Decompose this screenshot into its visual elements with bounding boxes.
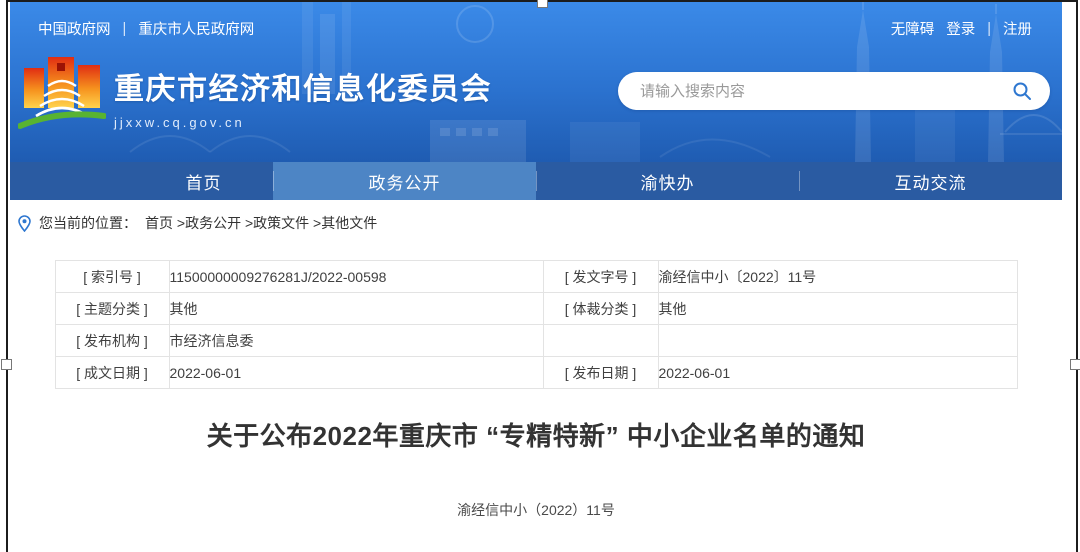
meta-label-cell: [ 发布日期 ] (543, 357, 658, 389)
meta-value-cell (658, 325, 1017, 357)
nav-item-yukuaiban[interactable]: 渝快办 (536, 162, 799, 200)
main-nav: 首页 政务公开 渝快办 互动交流 (10, 162, 1062, 200)
table-row: [ 发布机构 ] 市经济信息委 (55, 325, 1017, 357)
page: 中国政府网 | 重庆市人民政府网 无障碍 登录 | 注册 (10, 2, 1062, 552)
meta-value-cell: 2022-06-01 (169, 357, 543, 389)
meta-label-cell (543, 325, 658, 357)
search-button[interactable] (1010, 79, 1034, 103)
topbar-separator: | (123, 21, 127, 37)
table-row: [ 索引号 ] 11500000009276281J/2022-00598 [ … (55, 261, 1017, 293)
meta-value-cell: 2022-06-01 (658, 357, 1017, 389)
document-meta-table: [ 索引号 ] 11500000009276281J/2022-00598 [ … (55, 260, 1018, 389)
meta-value-cell: 其他 (658, 293, 1017, 325)
table-row: [ 成文日期 ] 2022-06-01 [ 发布日期 ] 2022-06-01 (55, 357, 1017, 389)
link-accessibility[interactable]: 无障碍 (891, 18, 935, 39)
top-links-bar: 中国政府网 | 重庆市人民政府网 无障碍 登录 | 注册 (38, 18, 1032, 39)
meta-value-cell: 渝经信中小〔2022〕11号 (658, 261, 1017, 293)
nav-item-interaction[interactable]: 互动交流 (799, 162, 1062, 200)
document-number: 渝经信中小（2022）11号 (10, 500, 1062, 520)
link-china-gov[interactable]: 中国政府网 (38, 18, 111, 39)
breadcrumb-path[interactable]: 首页 >政务公开 >政策文件 >其他文件 (145, 213, 377, 233)
search-input[interactable] (638, 82, 1010, 101)
meta-label-cell: [ 索引号 ] (55, 261, 169, 293)
breadcrumb-prefix: 您当前的位置： (39, 213, 137, 233)
breadcrumb: 您当前的位置： 首页 >政务公开 >政策文件 >其他文件 (18, 213, 1062, 233)
topbar-separator: | (987, 21, 991, 37)
nav-item-government-affairs[interactable]: 政务公开 (273, 162, 536, 200)
site-banner: 中国政府网 | 重庆市人民政府网 无障碍 登录 | 注册 (10, 2, 1062, 162)
site-url: jjxxw.cq.gov.cn (114, 115, 492, 130)
page-title: 关于公布2022年重庆市 “专精特新” 中小企业名单的通知 (10, 416, 1062, 453)
site-name: 重庆市经济和信息化委员会 (114, 64, 492, 108)
nav-label: 首页 (186, 169, 222, 194)
meta-label-cell: [ 体裁分类 ] (543, 293, 658, 325)
nav-label: 政务公开 (369, 169, 441, 194)
selection-border-right (1076, 0, 1078, 552)
meta-value-cell: 其他 (169, 293, 543, 325)
site-logo-icon[interactable] (18, 52, 106, 144)
search-box (618, 72, 1050, 110)
nav-label: 互动交流 (895, 169, 967, 194)
link-login[interactable]: 登录 (946, 18, 975, 39)
selection-handle (1, 359, 12, 370)
selection-handle (537, 0, 548, 8)
meta-label-cell: [ 成文日期 ] (55, 357, 169, 389)
nav-item-home[interactable]: 首页 (10, 162, 273, 200)
selection-border-left (6, 0, 8, 552)
link-cq-gov[interactable]: 重庆市人民政府网 (138, 18, 254, 39)
table-row: [ 主题分类 ] 其他 [ 体裁分类 ] 其他 (55, 293, 1017, 325)
search-icon (1012, 81, 1032, 101)
meta-label-cell: [ 发文字号 ] (543, 261, 658, 293)
meta-label-cell: [ 主题分类 ] (55, 293, 169, 325)
meta-value-cell: 市经济信息委 (169, 325, 543, 357)
site-brand: 重庆市经济和信息化委员会 jjxxw.cq.gov.cn (18, 52, 492, 144)
selection-handle (1070, 359, 1080, 370)
nav-label: 渝快办 (641, 169, 695, 194)
meta-value-cell: 11500000009276281J/2022-00598 (169, 261, 543, 293)
location-pin-icon (18, 215, 31, 232)
link-register[interactable]: 注册 (1003, 18, 1032, 39)
meta-label-cell: [ 发布机构 ] (55, 325, 169, 357)
